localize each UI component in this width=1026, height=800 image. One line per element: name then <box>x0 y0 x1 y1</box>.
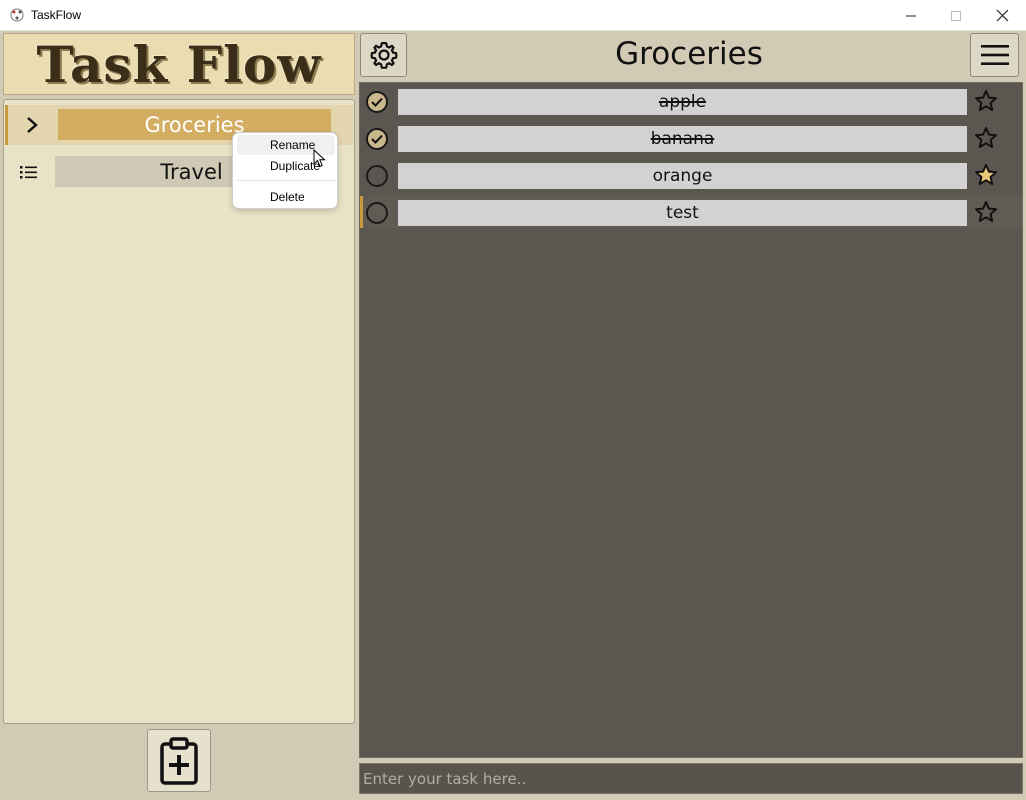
app-icon <box>10 8 24 22</box>
task-checkbox[interactable] <box>366 91 388 113</box>
app-logo: Task Flow <box>3 33 355 95</box>
checkmark-icon <box>371 97 383 107</box>
page-title: Groceries <box>615 36 763 72</box>
tasks-panel: apple banana orange test <box>359 82 1023 758</box>
chevron-right-icon <box>22 115 42 135</box>
task-label[interactable]: banana <box>398 126 967 152</box>
star-outline-icon[interactable] <box>974 89 998 113</box>
new-list-button[interactable] <box>147 729 211 792</box>
menu-separator <box>237 180 335 181</box>
context-menu: Rename Duplicate Delete <box>232 132 338 209</box>
menu-button[interactable] <box>970 33 1019 77</box>
maximize-button[interactable] <box>933 0 979 31</box>
checkmark-icon <box>371 134 383 144</box>
hamburger-icon <box>980 45 1009 65</box>
task-checkbox[interactable] <box>366 202 388 224</box>
task-checkbox[interactable] <box>366 165 388 187</box>
minimize-button[interactable] <box>888 0 934 31</box>
logo-text: Task Flow <box>36 34 322 94</box>
task-row: banana <box>360 122 1022 154</box>
close-icon <box>996 9 1008 22</box>
settings-button[interactable] <box>360 33 407 77</box>
task-label[interactable]: apple <box>398 89 967 115</box>
minimize-icon <box>906 15 916 16</box>
gear-icon <box>369 41 398 69</box>
mouse-cursor-icon <box>313 149 326 168</box>
window-title: TaskFlow <box>31 8 82 22</box>
title-bar: TaskFlow <box>0 0 1026 31</box>
star-outline-icon[interactable] <box>974 200 998 224</box>
list-icon <box>19 162 39 182</box>
delete-menu-item[interactable]: Delete <box>237 187 335 207</box>
star-filled-icon[interactable] <box>974 163 998 187</box>
clipboard-plus-icon <box>160 736 198 785</box>
task-input[interactable] <box>359 763 1023 794</box>
task-row: test <box>360 196 1022 228</box>
task-label[interactable]: test <box>398 200 967 226</box>
task-row: orange <box>360 159 1022 191</box>
task-checkbox[interactable] <box>366 128 388 150</box>
maximize-icon <box>951 10 961 21</box>
task-label[interactable]: orange <box>398 163 967 189</box>
close-button[interactable] <box>979 0 1025 31</box>
task-row: apple <box>360 85 1022 117</box>
star-outline-icon[interactable] <box>974 126 998 150</box>
